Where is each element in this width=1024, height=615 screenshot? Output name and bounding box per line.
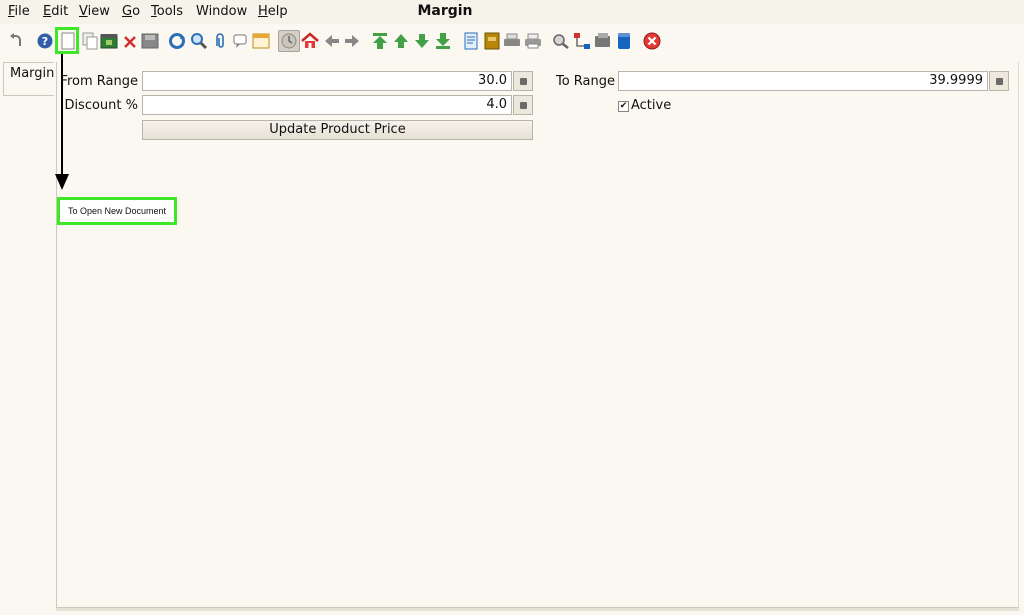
discount-field[interactable]: 4.0 bbox=[142, 95, 512, 115]
find-icon[interactable] bbox=[190, 32, 208, 50]
print-preview-icon[interactable] bbox=[503, 32, 521, 50]
calculator-icon bbox=[519, 101, 527, 109]
annotation-arrow bbox=[55, 54, 69, 190]
menu-bar: File Edit View Go Tools Window Help Marg… bbox=[0, 0, 1024, 24]
chat-icon[interactable] bbox=[232, 32, 250, 50]
to-range-calculator-button[interactable] bbox=[989, 71, 1009, 91]
previous-record-icon[interactable] bbox=[392, 32, 410, 50]
grid-toggle-icon[interactable] bbox=[252, 32, 270, 50]
workflow-icon[interactable] bbox=[573, 32, 591, 50]
svg-text:?: ? bbox=[42, 35, 48, 48]
next-record-icon[interactable] bbox=[413, 32, 431, 50]
panel-bottom-edge bbox=[56, 608, 1019, 611]
undo-icon[interactable] bbox=[7, 32, 25, 50]
back-icon[interactable] bbox=[323, 32, 341, 50]
annotation-callout: To Open New Document bbox=[57, 197, 177, 225]
left-panel bbox=[0, 60, 56, 615]
new-document-highlight bbox=[55, 27, 79, 54]
from-range-calculator-button[interactable] bbox=[513, 71, 533, 91]
from-range-field[interactable]: 30.0 bbox=[142, 71, 512, 91]
to-range-field[interactable]: 39.9999 bbox=[618, 71, 988, 91]
calculator-icon bbox=[519, 77, 527, 85]
first-record-icon[interactable] bbox=[371, 32, 389, 50]
product-info-icon[interactable] bbox=[615, 32, 633, 50]
request-icon[interactable] bbox=[594, 32, 612, 50]
last-record-icon[interactable] bbox=[434, 32, 452, 50]
print-icon[interactable] bbox=[524, 32, 542, 50]
report-icon[interactable] bbox=[462, 32, 480, 50]
tab-margin[interactable]: Margin bbox=[3, 62, 54, 96]
home-icon[interactable] bbox=[301, 32, 319, 50]
delete-icon[interactable] bbox=[121, 32, 139, 50]
refresh-icon[interactable] bbox=[168, 32, 186, 50]
toolbar: ? bbox=[0, 28, 1024, 56]
history-icon[interactable] bbox=[278, 30, 300, 52]
record-form-panel bbox=[56, 62, 1019, 608]
to-range-label: To Range bbox=[555, 74, 615, 89]
close-window-icon[interactable] bbox=[643, 32, 661, 50]
copy-record-icon[interactable] bbox=[81, 32, 99, 50]
forward-icon[interactable] bbox=[343, 32, 361, 50]
zoom-across-icon[interactable] bbox=[552, 32, 570, 50]
discount-calculator-button[interactable] bbox=[513, 95, 533, 115]
window-title: Margin bbox=[417, 3, 473, 19]
save-record-icon[interactable] bbox=[100, 32, 118, 50]
update-product-price-button[interactable]: Update Product Price bbox=[142, 120, 533, 140]
calculator-icon bbox=[995, 77, 1003, 85]
save-icon[interactable] bbox=[141, 32, 159, 50]
active-label: Active bbox=[631, 98, 672, 113]
attachment-icon[interactable] bbox=[211, 32, 229, 50]
archive-icon[interactable] bbox=[483, 32, 501, 50]
help-icon[interactable]: ? bbox=[36, 32, 54, 50]
active-checkbox[interactable]: ✔ bbox=[618, 101, 629, 112]
